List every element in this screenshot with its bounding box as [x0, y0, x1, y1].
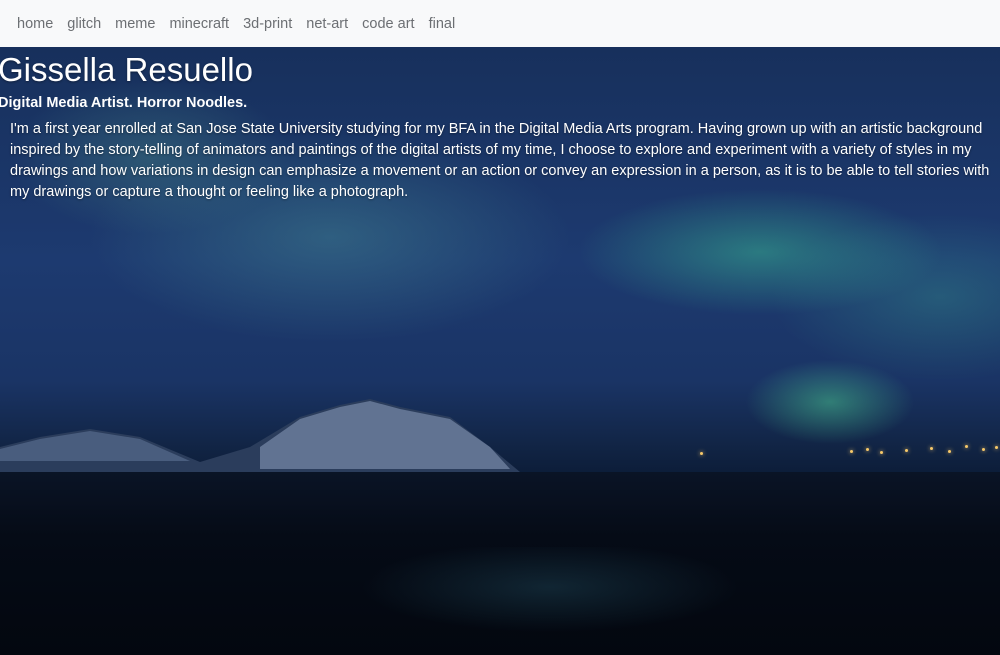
page-subtitle: Digital Media Artist. Horror Noodles.	[0, 95, 248, 111]
town-lights	[0, 442, 1000, 462]
nav-link-home[interactable]: home	[17, 16, 53, 32]
water-reflection	[300, 547, 800, 647]
nav-link-glitch[interactable]: glitch	[67, 16, 101, 32]
bio-paragraph: I'm a first year enrolled at San Jose St…	[10, 121, 990, 200]
nav-link-3d-print[interactable]: 3d-print	[243, 16, 292, 32]
nav-link-meme[interactable]: meme	[115, 16, 155, 32]
hero-aurora-background: Gissella Resuello Digital Media Artist. …	[0, 47, 1000, 655]
nav-link-final[interactable]: final	[429, 16, 456, 32]
nav-link-net-art[interactable]: net-art	[306, 16, 348, 32]
page-title: Gissella Resuello	[0, 51, 253, 88]
top-navbar: home glitch meme minecraft 3d-print net-…	[0, 0, 1000, 47]
nav-link-code-art[interactable]: code art	[362, 16, 414, 32]
nav-link-minecraft[interactable]: minecraft	[169, 16, 229, 32]
